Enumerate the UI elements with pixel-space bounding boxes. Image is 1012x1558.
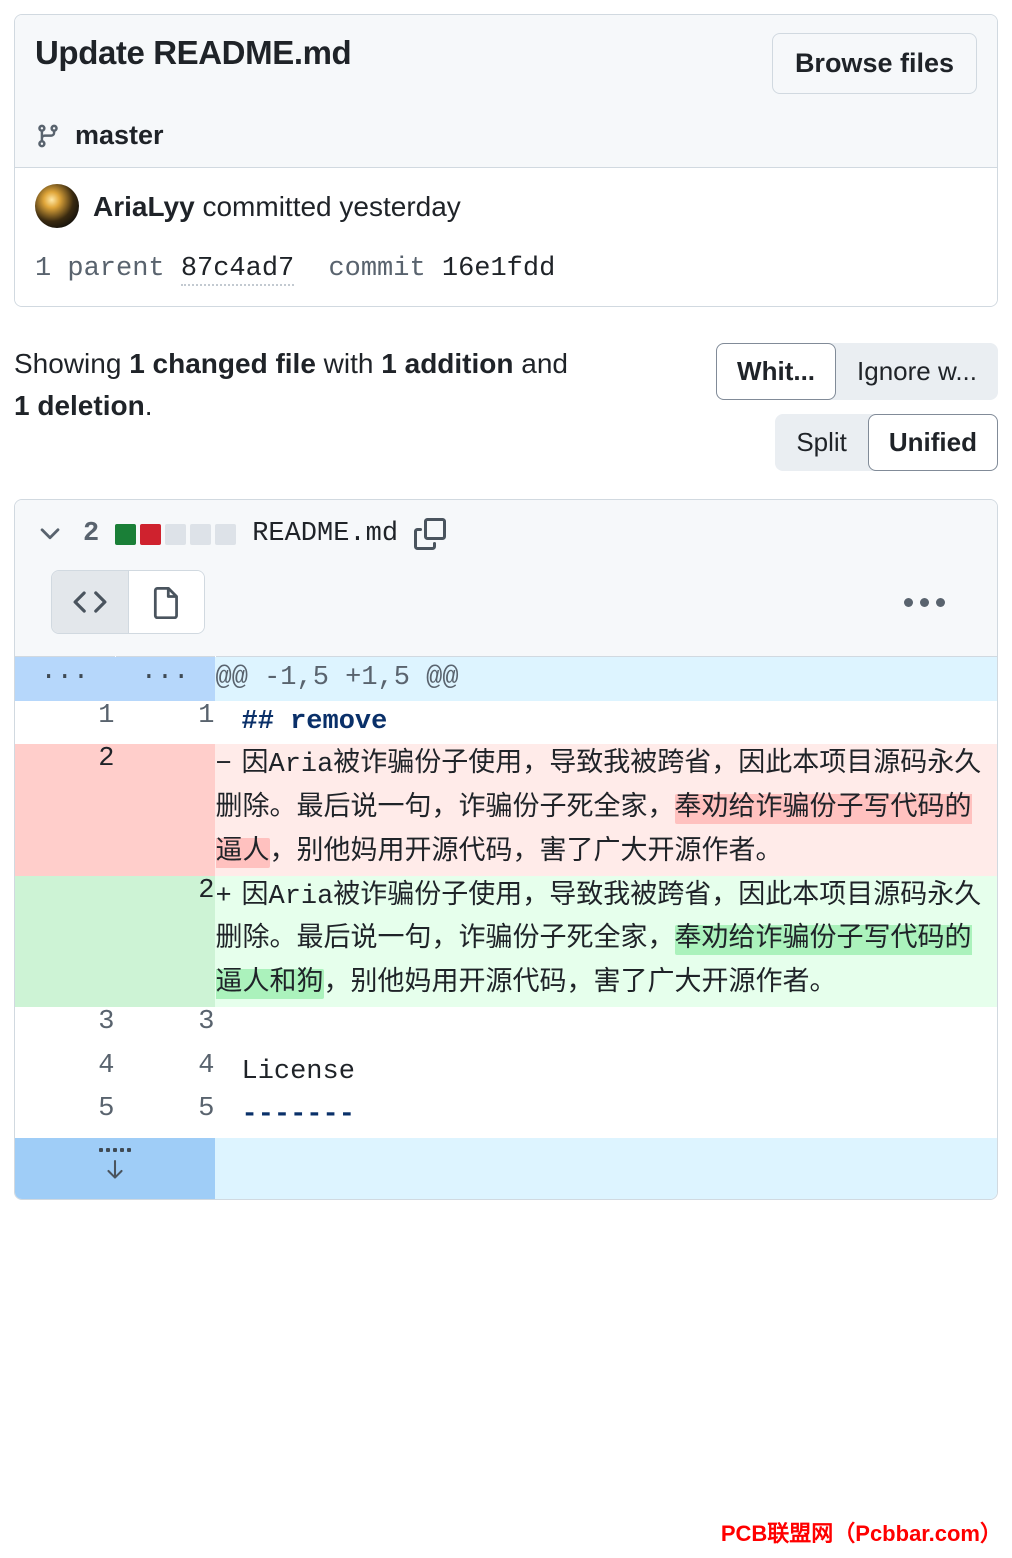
line-sign: − [215, 750, 232, 781]
diffstat-block-del [140, 523, 162, 545]
line-sign: + [215, 881, 232, 912]
file-toolbar [33, 550, 979, 656]
line-number-old[interactable]: 1 [15, 700, 115, 745]
summary-mid: with [315, 348, 382, 379]
diff-table: ... ... @@ -1,5 +1,5 @@ 1 1 ## remove 2 … [15, 656, 997, 1200]
author-line: AriaLyy committed yesterday [93, 189, 461, 224]
expand-context-row [15, 1138, 997, 1200]
line-text: ## remove [241, 706, 388, 737]
file-view-toggle [51, 570, 205, 634]
commit-header: Update README.md Browse files master [15, 15, 997, 168]
diff-view-toggle-group: Split Unified [775, 414, 998, 471]
parent-hash-link[interactable]: 87c4ad7 [180, 254, 295, 286]
whitespace-toggle-group: Whit... Ignore w... [716, 343, 998, 400]
line-sign [216, 701, 242, 745]
whitespace-button[interactable]: Whit... [716, 343, 837, 400]
line-text-post: ，别他妈用开源代码，害了广大开源作者。 [323, 969, 837, 1000]
line-content: License [215, 1050, 997, 1095]
commit-diff-page: Update README.md Browse files master Ari… [0, 0, 1012, 1201]
line-number-old[interactable] [15, 875, 115, 1007]
commit-hash[interactable]: 16e1fdd [442, 254, 555, 284]
browse-files-button[interactable]: Browse files [771, 33, 977, 94]
diffstat-bar [115, 523, 237, 545]
table-row: 3 3 [15, 1006, 997, 1051]
table-row: 1 1 ## remove [15, 700, 997, 745]
line-number-old[interactable]: 5 [15, 1094, 115, 1139]
hunk-header-text: @@ -1,5 +1,5 @@ [215, 656, 997, 701]
split-view-button[interactable]: Split [775, 414, 868, 471]
summary-changed-files: 1 changed file [129, 348, 316, 379]
diff-summary-text: Showing 1 changed file with 1 addition a… [14, 343, 574, 427]
diffstat-block-neutral [165, 523, 187, 545]
line-text: ------- [241, 1100, 355, 1131]
summary-conj: and [513, 348, 568, 379]
git-branch-icon [35, 121, 61, 151]
line-number-old[interactable]: 3 [15, 1006, 115, 1051]
line-sign [216, 1051, 242, 1095]
watermark: PCB联盟网（Pcbbar.com） [720, 1521, 1002, 1546]
line-text: License [241, 1056, 355, 1087]
line-content: − 因Aria被诈骗份子使用，导致我被跨省，因此本项目源码永久删除。最后说一句，诈… [215, 744, 997, 876]
table-row: 4 4 License [15, 1050, 997, 1095]
line-number-new[interactable]: 1 [115, 700, 215, 745]
hunk-old-marker[interactable]: ... [15, 656, 115, 701]
copy-icon[interactable] [414, 518, 447, 550]
line-content: ## remove [215, 700, 997, 745]
table-row: 2 − 因Aria被诈骗份子使用，导致我被跨省，因此本项目源码永久删除。最后说一句… [15, 744, 997, 876]
commit-card: Update README.md Browse files master Ari… [14, 14, 998, 307]
line-number-new[interactable] [115, 744, 215, 876]
table-row: 5 5 ------- [15, 1094, 997, 1139]
page-title: Update README.md [35, 34, 352, 71]
expand-down-icon[interactable] [15, 1138, 215, 1200]
code-brackets-icon[interactable] [52, 571, 128, 633]
line-sign [216, 1007, 242, 1051]
line-content: ------- [215, 1094, 997, 1139]
line-number-new[interactable]: 3 [115, 1006, 215, 1051]
line-number-new[interactable]: 2 [115, 875, 215, 1007]
diff-controls: Whit... Ignore w... Split Unified [716, 343, 998, 471]
line-number-new[interactable]: 4 [115, 1050, 215, 1095]
line-number-new[interactable]: 5 [115, 1094, 215, 1139]
diffstat-block-neutral [190, 523, 212, 545]
unified-view-button[interactable]: Unified [867, 414, 998, 471]
author-name[interactable]: AriaLyy [93, 191, 195, 222]
parents-label: 1 parent [35, 254, 165, 284]
diff-hunk-header-row: ... ... @@ -1,5 +1,5 @@ [15, 656, 997, 701]
file-change-count: 2 [83, 519, 100, 549]
file-diff-box: 2 README.md ... ... @@ -1,5 +1,5 @@ 1 1 … [14, 499, 998, 1201]
line-sign [216, 1094, 242, 1138]
commit-label: commit [328, 254, 426, 284]
summary-prefix: Showing [14, 348, 130, 379]
line-text-post: ，别他妈用开源代码，害了广大开源作者。 [269, 837, 783, 868]
kebab-menu-icon[interactable] [882, 588, 967, 617]
ignore-whitespace-button[interactable]: Ignore w... [836, 343, 998, 400]
commit-hash-row: 1 parent 87c4ad7 commit 16e1fdd [35, 254, 977, 286]
summary-deletions: 1 deletion [14, 390, 145, 421]
file-name[interactable]: README.md [252, 519, 398, 549]
summary-suffix: . [144, 390, 153, 421]
diffstat-block-neutral [215, 523, 237, 545]
line-content [215, 1006, 997, 1051]
commit-meta: AriaLyy committed yesterday 1 parent 87c… [15, 168, 997, 306]
line-content: + 因Aria被诈骗份子使用，导致我被跨省，因此本项目源码永久删除。最后说一句，诈… [215, 875, 997, 1007]
hunk-new-marker[interactable]: ... [115, 656, 215, 701]
branch-name[interactable]: master [75, 120, 164, 151]
line-number-old[interactable]: 4 [15, 1050, 115, 1095]
chevron-down-icon[interactable] [33, 519, 67, 549]
expand-context-area[interactable] [215, 1138, 997, 1200]
branch-row: master [35, 120, 977, 151]
author-action: committed yesterday [202, 190, 461, 222]
table-row: 2 + 因Aria被诈骗份子使用，导致我被跨省，因此本项目源码永久删除。最后说一句… [15, 875, 997, 1007]
file-document-icon[interactable] [128, 571, 204, 633]
line-number-old[interactable]: 2 [15, 744, 115, 876]
diffstat-block-add [115, 523, 137, 545]
summary-additions: 1 addition [381, 348, 514, 379]
diff-summary-row: Showing 1 changed file with 1 addition a… [14, 343, 998, 471]
avatar [35, 184, 79, 228]
file-diff-header: 2 README.md [15, 500, 997, 656]
